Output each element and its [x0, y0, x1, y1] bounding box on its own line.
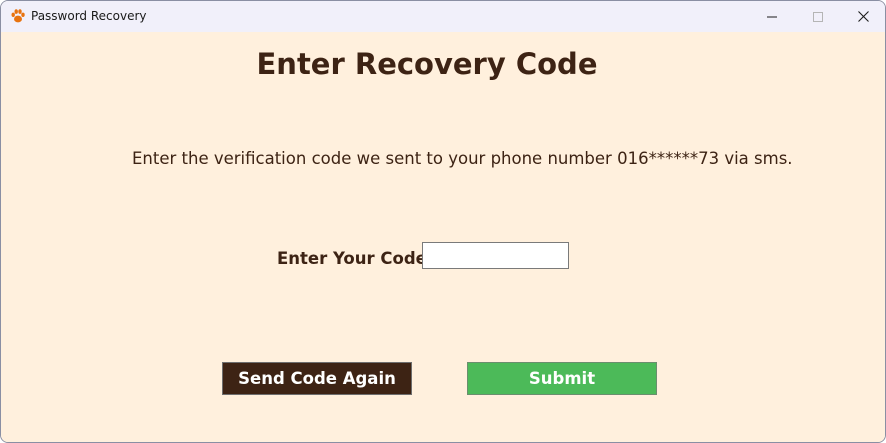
- window-title: Password Recovery: [31, 9, 147, 23]
- instructions-text: Enter the verification code we sent to y…: [132, 149, 793, 168]
- title-bar[interactable]: Password Recovery: [1, 1, 885, 32]
- code-input[interactable]: [422, 242, 569, 269]
- minimize-button[interactable]: [749, 1, 795, 32]
- close-icon: [857, 11, 869, 22]
- password-recovery-window: Password Recovery Enter Recovery Code En…: [0, 0, 886, 443]
- maximize-button[interactable]: [795, 1, 841, 32]
- close-button[interactable]: [840, 1, 885, 32]
- recovery-content: Enter Recovery Code Enter the verificati…: [1, 32, 885, 442]
- minimize-icon: [767, 16, 777, 17]
- paw-icon: [11, 9, 25, 23]
- submit-button[interactable]: Submit: [467, 362, 657, 395]
- maximize-icon: [813, 11, 823, 22]
- send-code-again-button[interactable]: Send Code Again: [222, 362, 412, 395]
- code-field-label: Enter Your Code: [277, 249, 427, 268]
- page-title: Enter Recovery Code: [256, 47, 598, 81]
